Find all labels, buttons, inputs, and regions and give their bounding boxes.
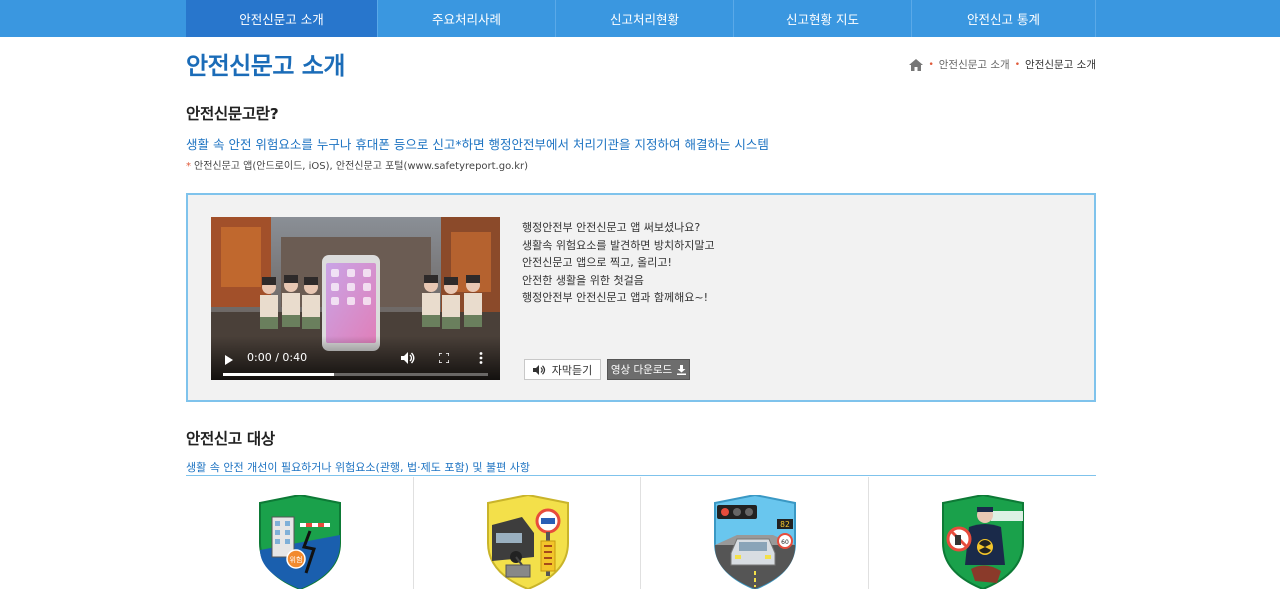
- listen-subtitles-label: 자막듣기: [551, 363, 593, 377]
- intro-description: 생활 속 안전 위험요소를 누구나 휴대폰 등으로 신고*하면 행정안전부에서 …: [186, 137, 769, 152]
- video-text-line: 행정안전부 안전신문고 앱과 함께해요~!: [522, 291, 709, 304]
- video-text-line: 안전한 생활을 위한 첫걸음: [522, 273, 644, 287]
- speaker-icon: [532, 364, 545, 375]
- nav-item-intro[interactable]: 안전신문고 소개: [186, 0, 378, 37]
- target-card[interactable]: [414, 477, 641, 589]
- target-card[interactable]: [869, 477, 1097, 589]
- target-card[interactable]: 82 60: [641, 477, 869, 589]
- listen-subtitles-button[interactable]: 자막듣기: [524, 359, 601, 380]
- note-asterisk: *: [186, 161, 191, 172]
- breadcrumb-current: 안전신문고 소개: [1025, 59, 1096, 71]
- intro-note: * 안전신문고 앱(안드로이드, iOS), 안전신문고 포털(www.safet…: [186, 157, 528, 172]
- video-download-label: 영상 다운로드: [610, 364, 673, 376]
- breadcrumb-separator: •: [928, 59, 934, 70]
- fullscreen-icon[interactable]: [439, 353, 449, 363]
- page-title: 안전신문고 소개: [186, 52, 345, 80]
- top-navigation-menu: 안전신문고 소개 주요처리사례 신고처리현황 신고현황 지도 안전신고 통계: [186, 0, 1096, 37]
- speed-display-text: 82: [780, 520, 790, 529]
- prohibited-act-shield-icon: [941, 495, 1024, 589]
- nav-item-map[interactable]: 신고현황 지도: [734, 0, 912, 37]
- section-divider: [186, 475, 1096, 476]
- intro-note-text: 안전신문고 앱(안드로이드, iOS), 안전신문고 포털(www.safety…: [194, 161, 529, 172]
- breadcrumb: • 안전신문고 소개 • 안전신문고 소개: [909, 57, 1096, 72]
- video-box: 0:00 / 0:40 행정안전부 안전신문고 앱 써보셨나요? 생활속 위험요…: [186, 193, 1096, 402]
- video-controls: 0:00 / 0:40: [211, 336, 500, 380]
- breadcrumb-item[interactable]: 안전신문고 소개: [939, 57, 1010, 72]
- nav-item-status[interactable]: 신고처리현황: [556, 0, 734, 37]
- hazard-badge-text: 위험: [290, 556, 303, 564]
- target-cards: 위험 82 60: [186, 477, 1096, 589]
- video-text-line: 안전신문고 앱으로 찍고, 올리고!: [522, 256, 672, 269]
- more-options-icon[interactable]: [479, 352, 483, 364]
- home-icon[interactable]: [909, 58, 924, 71]
- section-title-intro: 안전신문고란?: [186, 105, 279, 123]
- top-navigation: 안전신문고 소개 주요처리사례 신고처리현황 신고현황 지도 안전신고 통계: [0, 0, 1280, 37]
- volume-icon[interactable]: [401, 352, 415, 364]
- video-progress-track[interactable]: [223, 373, 488, 376]
- breadcrumb-separator: •: [1014, 59, 1021, 70]
- nav-item-cases[interactable]: 주요처리사례: [378, 0, 556, 37]
- targets-description: 생활 속 안전 개선이 필요하거나 위험요소(관행, 법·제도 포함) 및 불편…: [186, 461, 531, 474]
- download-icon: [677, 364, 687, 375]
- section-title-targets: 안전신고 대상: [186, 430, 275, 448]
- video-player[interactable]: 0:00 / 0:40: [211, 217, 500, 380]
- video-text-line: 생활속 위험요소를 발견하면 방치하지말고: [522, 238, 715, 252]
- target-card[interactable]: 위험: [186, 477, 414, 589]
- video-time: 0:00 / 0:40: [247, 351, 308, 364]
- traffic-signal-shield-icon: 82 60: [714, 495, 796, 589]
- video-description: 행정안전부 안전신문고 앱 써보셨나요? 생활속 위험요소를 발견하면 방치하지…: [522, 219, 715, 307]
- video-progress-bar: [223, 373, 335, 376]
- speed-limit-text: 60: [781, 539, 789, 546]
- video-text-line: 행정안전부 안전신문고 앱 써보셨나요?: [522, 221, 701, 234]
- parking-violation-shield-icon: [486, 495, 569, 589]
- play-icon[interactable]: [225, 355, 233, 365]
- building-hazard-shield-icon: 위험: [259, 495, 341, 589]
- nav-item-statistics[interactable]: 안전신고 통계: [912, 0, 1096, 37]
- video-download-button[interactable]: 영상 다운로드: [607, 359, 690, 380]
